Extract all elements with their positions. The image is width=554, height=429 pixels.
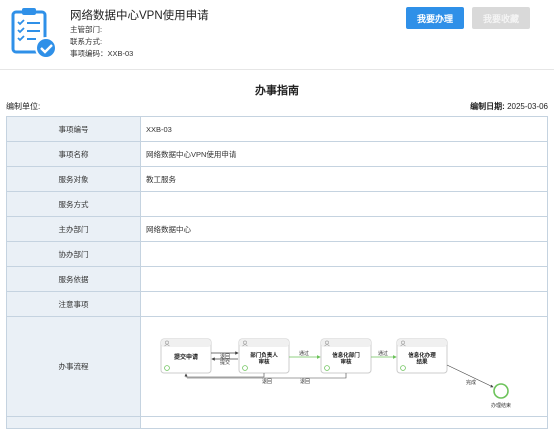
date-value: 2025-03-06 [507,102,548,111]
compile-date: 编制日期: 2025-03-06 [470,101,548,112]
flow-node: 提交申请 [160,338,212,374]
row-label: 服务方式 [6,191,141,217]
row-value [140,241,548,267]
row-value: 教工服务 [140,166,548,192]
row-value: 网络数据中心VPN使用申请 [140,141,548,167]
contact-label: 联系方式: [70,37,103,46]
flow-node-label: 提交申请 [174,353,198,361]
row-label: 注意事项 [6,291,141,317]
flow-edge [184,373,265,378]
table-row: 服务对象 教工服务 [6,166,548,192]
guide-table: 事项编号 XXB-03 事项名称 网络数据中心VPN使用申请 服务对象 教工服务… [6,116,548,429]
document-checklist-icon [11,8,57,59]
guide-title: 办事指南 [255,85,299,97]
flow-diagram-cell: 提交申请 部门负责人审核 信息化部门审核 信息化办理结果 退回提交 通过 通过 … [140,316,548,417]
flow-edge-label: 退回 [300,378,310,385]
row-label: 事项编号 [6,116,141,142]
table-row: 服务依据 [6,266,548,292]
flow-edge-label: 完成 [466,379,476,386]
table-row [6,416,548,429]
row-label: 主办部门 [6,216,141,242]
row-value: 网络数据中心 [140,216,548,242]
row-label [6,416,141,429]
flow-node: 信息化部门审核 [320,338,372,374]
row-label: 事项名称 [6,141,141,167]
flow-end-node [493,383,509,399]
flow-end-label: 办理结束 [491,402,511,409]
department-label: 主管部门: [70,25,103,34]
date-label: 编制日期: [470,102,505,111]
flow-diagram: 提交申请 部门负责人审核 信息化部门审核 信息化办理结果 退回提交 通过 通过 … [160,338,511,409]
table-row: 事项编号 XXB-03 [6,116,548,142]
row-value: XXB-03 [140,116,548,142]
flow-edge-label: 退回 [262,378,272,385]
row-label: 协办部门 [6,241,141,267]
table-row: 事项名称 网络数据中心VPN使用申请 [6,141,548,167]
unit-label: 编制单位: [6,102,41,111]
flow-node: 部门负责人审核 [238,338,290,374]
row-value [140,191,548,217]
table-row: 主办部门 网络数据中心 [6,216,548,242]
flow-row: 办事流程 提交申请 部门负责人审核 信息化部门审核 信息化办理结果 退回提交 通… [6,316,548,417]
flow-node: 信息化办理结果 [396,338,448,374]
flow-edge-label: 通过 [299,350,309,357]
item-code: 事项编码：XXB-03 [70,49,134,58]
table-row: 协办部门 [6,241,548,267]
row-label: 服务依据 [6,266,141,292]
check-circle-icon [35,37,57,59]
item-title: 网络数据中心VPN使用申请 [70,10,209,22]
table-row: 注意事项 [6,291,548,317]
row-value [140,291,548,317]
flow-edge-label: 通过 [378,350,388,357]
flow-edge-label: 退回提交 [220,353,230,366]
item-header: 网络数据中心VPN使用申请 主管部门: 联系方式: 事项编码：XXB-03 我要… [0,0,554,70]
row-label: 服务对象 [6,166,141,192]
favorite-button[interactable]: 我要收藏 [472,7,530,29]
row-value [140,416,548,429]
row-value [140,266,548,292]
flow-label: 办事流程 [6,316,141,417]
apply-button[interactable]: 我要办理 [406,7,464,29]
table-row: 服务方式 [6,191,548,217]
